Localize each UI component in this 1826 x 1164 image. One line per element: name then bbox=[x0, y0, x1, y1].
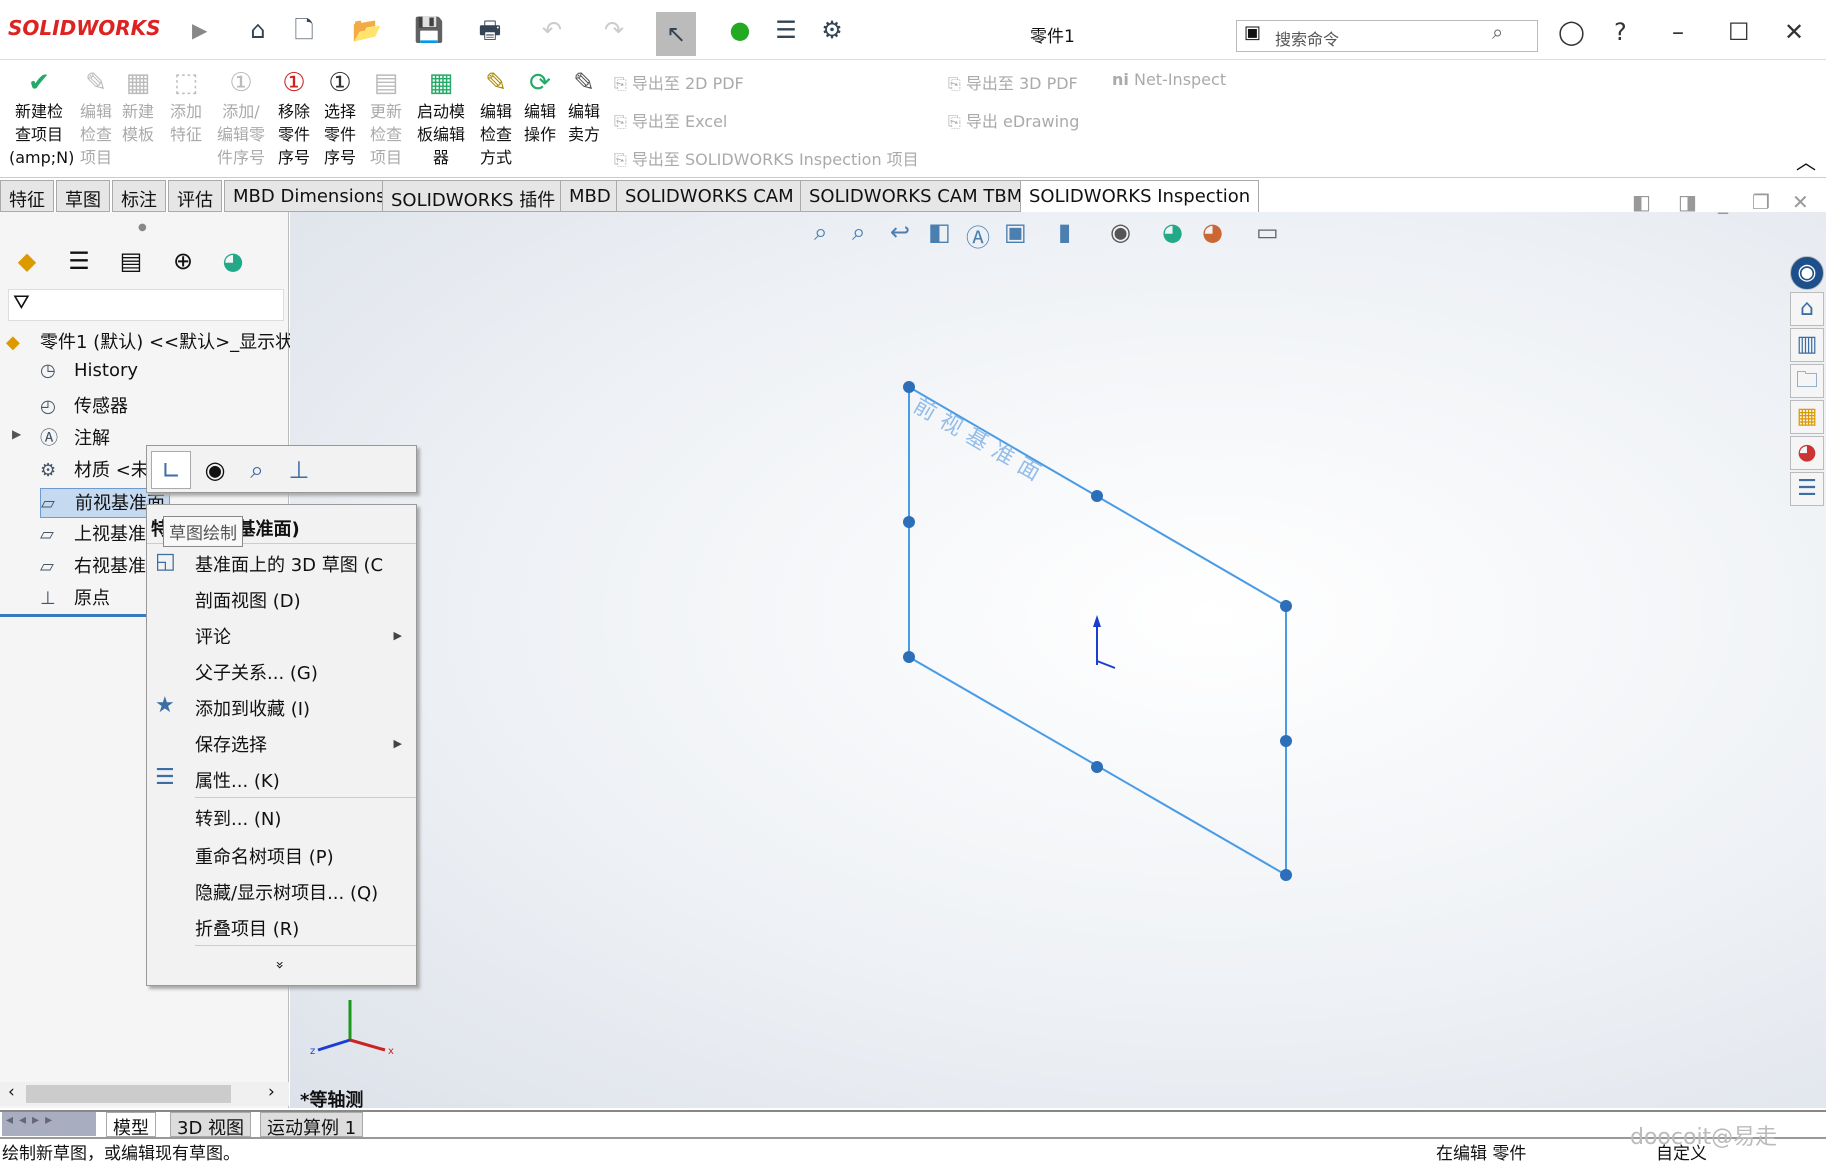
tooltip: 草图绘制 bbox=[163, 516, 243, 547]
front-plane-label: 前视基准面 bbox=[909, 394, 1051, 491]
design-library-icon[interactable]: ▥ bbox=[1790, 328, 1824, 362]
zoom-to-selection-icon[interactable]: ⌕ bbox=[237, 451, 277, 489]
properties-icon: ☰ bbox=[155, 765, 175, 790]
view-palette-icon[interactable]: ▦ bbox=[1790, 400, 1824, 434]
menu-item-add-to-favorites[interactable]: 添加到收藏 (I) bbox=[195, 695, 310, 721]
menu-item-save-selection[interactable]: 保存选择 bbox=[195, 731, 267, 757]
status-bar: 绘制新草图，或编辑现有草图。 在编辑 零件 自定义 doocoit@易走 bbox=[0, 1125, 1826, 1164]
menu-item-hide-show-tree-items[interactable]: 隐藏/显示树项目... (Q) bbox=[195, 879, 378, 905]
context-menu: 特征 (前视基准面) ◱ 基准面上的 3D 草图 (C 剖面视图 (D) 评论 … bbox=[146, 504, 417, 986]
normal-to-icon[interactable]: ⊥ bbox=[279, 451, 319, 489]
origin-x-axis bbox=[1096, 660, 1116, 669]
plane-handle[interactable] bbox=[1091, 490, 1103, 502]
menu-separator bbox=[195, 797, 416, 798]
view-name: *等轴测 bbox=[300, 1090, 364, 1111]
menu-item-collapse[interactable]: 折叠项目 (R) bbox=[195, 915, 299, 941]
menu-separator bbox=[195, 945, 416, 946]
menu-item-section-view[interactable]: 剖面视图 (D) bbox=[195, 587, 301, 613]
plane-handle[interactable] bbox=[903, 516, 915, 528]
origin-arrow-icon bbox=[1093, 615, 1101, 627]
expand-menu-icon[interactable]: » bbox=[271, 961, 287, 970]
status-mode: 在编辑 零件 bbox=[1436, 1144, 1527, 1164]
menu-item-rename[interactable]: 重命名树项目 (P) bbox=[195, 843, 334, 869]
plane-handle[interactable] bbox=[1280, 869, 1292, 881]
hide-show-eye-icon[interactable]: ◉ bbox=[195, 451, 235, 489]
context-toolbar: ∟ ◉ ⌕ ⊥ bbox=[146, 445, 417, 493]
plane-handle[interactable] bbox=[1280, 600, 1292, 612]
plane-handle[interactable] bbox=[1091, 761, 1103, 773]
tab-3d-views[interactable]: 3D 视图 bbox=[170, 1112, 252, 1139]
appearances-icon[interactable]: ◕ bbox=[1790, 436, 1824, 470]
plane-handle[interactable] bbox=[903, 381, 915, 393]
tab-scroll-arrows-icon[interactable]: ◂◂▸▸ bbox=[2, 1112, 96, 1136]
svg-text:x: x bbox=[388, 1046, 394, 1057]
bottom-tabs: ◂◂▸▸ 模型 3D 视图 运动算例 1 bbox=[0, 1110, 1826, 1139]
triad-icon: xz bbox=[310, 1000, 394, 1057]
solidworks-resources-icon[interactable]: ◉ bbox=[1790, 256, 1824, 290]
file-explorer-icon[interactable]: 🗀 bbox=[1790, 364, 1824, 398]
menu-item-3d-sketch-on-plane[interactable]: 基准面上的 3D 草图 (C bbox=[195, 551, 383, 577]
svg-text:z: z bbox=[310, 1046, 315, 1057]
status-message: 绘制新草图，或编辑现有草图。 bbox=[2, 1144, 240, 1164]
menu-item-goto[interactable]: 转到... (N) bbox=[195, 805, 281, 831]
plane-handle[interactable] bbox=[1280, 735, 1292, 747]
sketch-icon[interactable]: ∟ bbox=[151, 451, 191, 489]
submenu-arrow-icon: ▶ bbox=[393, 737, 402, 750]
menu-item-comment[interactable]: 评论 bbox=[195, 623, 231, 649]
submenu-arrow-icon: ▶ bbox=[393, 629, 402, 642]
3d-sketch-icon: ◱ bbox=[155, 549, 176, 574]
menu-item-properties[interactable]: 属性... (K) bbox=[195, 767, 280, 793]
favorite-icon: ★ bbox=[155, 693, 175, 718]
3dexperience-home-icon[interactable]: ⌂ bbox=[1790, 292, 1824, 326]
menu-item-parent-child[interactable]: 父子关系... (G) bbox=[195, 659, 318, 685]
plane-handle[interactable] bbox=[903, 651, 915, 663]
watermark: doocoit@易走 bbox=[1630, 1125, 1778, 1150]
custom-properties-icon[interactable]: ☰ bbox=[1790, 472, 1824, 506]
tab-model[interactable]: 模型 bbox=[106, 1112, 156, 1139]
tab-motion-study-1[interactable]: 运动算例 1 bbox=[260, 1112, 364, 1139]
